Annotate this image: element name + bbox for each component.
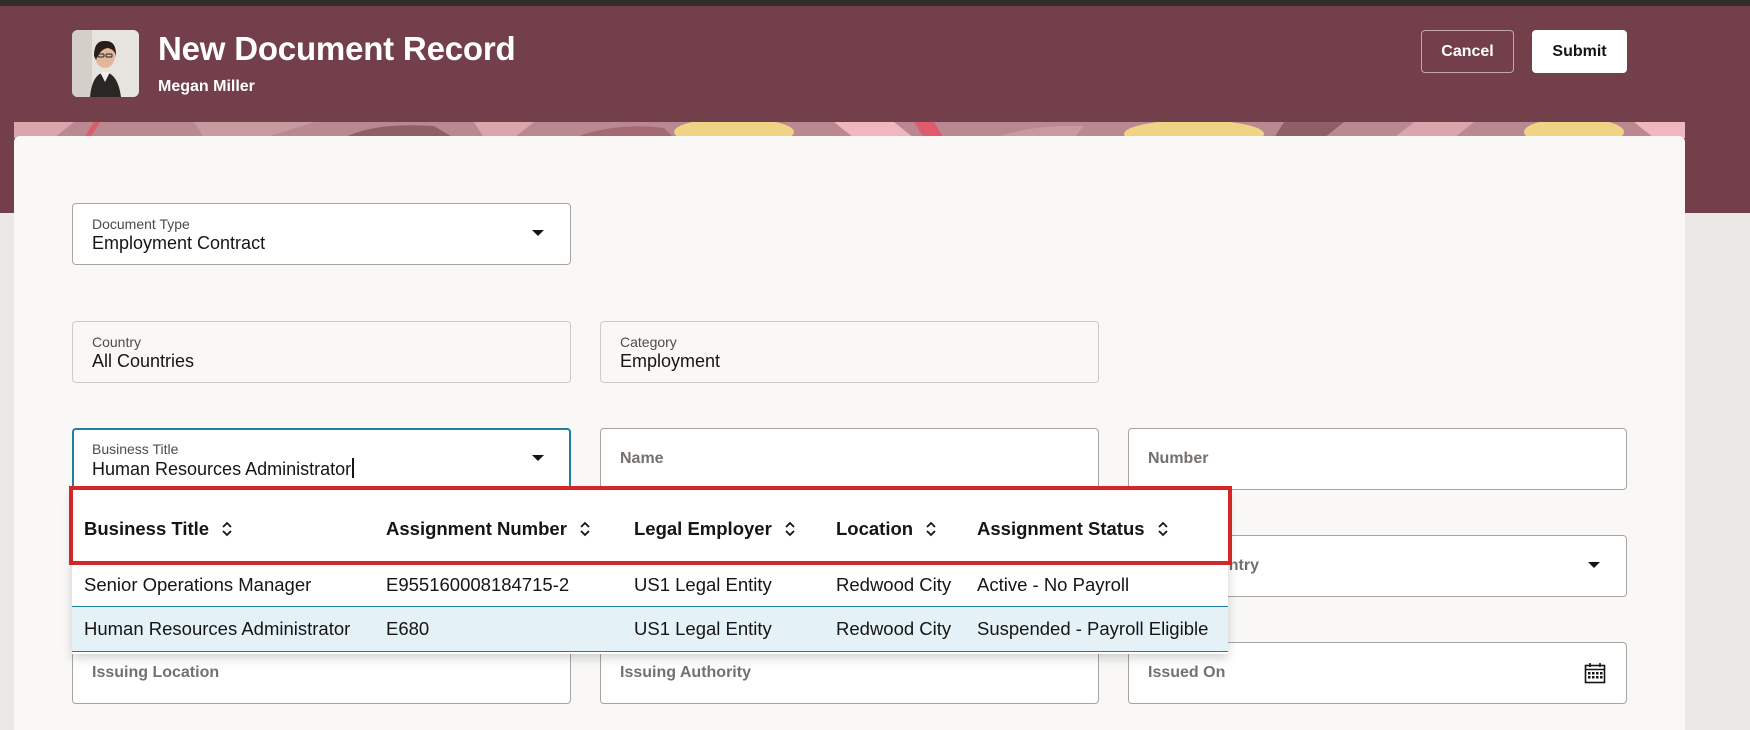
cell-assignment-number: E680 [386, 618, 430, 639]
column-header-assignment-number[interactable]: Assignment Number [386, 518, 591, 540]
table-row-selected[interactable]: Human Resources Administrator E680 US1 L… [72, 606, 1228, 652]
category-field: Category Employment [600, 321, 1099, 383]
page-background-right [1685, 213, 1750, 730]
column-header-business-title[interactable]: Business Title [84, 518, 233, 540]
cell-location: Redwood City [836, 574, 952, 595]
column-header-assignment-status[interactable]: Assignment Status [977, 518, 1169, 540]
cell-assignment-status: Active - No Payroll [977, 574, 1130, 595]
sort-icon[interactable] [925, 520, 937, 538]
chevron-down-icon[interactable] [1588, 562, 1600, 568]
cell-legal-employer: US1 Legal Entity [634, 574, 772, 595]
page-title: New Document Record [158, 30, 516, 67]
cell-location: Redwood City [836, 618, 952, 639]
page-background-left [0, 213, 14, 730]
avatar [72, 30, 139, 97]
person-name: Megan Miller [158, 78, 255, 95]
cancel-button[interactable]: Cancel [1421, 30, 1514, 73]
cell-legal-employer: US1 Legal Entity [634, 618, 772, 639]
column-header-label: Legal Employer [634, 518, 772, 539]
submit-button[interactable]: Submit [1532, 30, 1627, 73]
sort-icon[interactable] [221, 520, 233, 538]
business-title-input[interactable]: Human Resources Administrator [92, 458, 354, 480]
business-title-dropdown: Business Title Assignment Number Legal E… [72, 490, 1228, 654]
sort-icon[interactable] [579, 520, 591, 538]
number-field[interactable]: Number [1128, 428, 1627, 490]
category-value: Employment [620, 351, 721, 371]
business-title-value: Human Resources Administrator [92, 459, 352, 479]
business-title-combobox[interactable]: Business Title Human Resources Administr… [72, 428, 571, 490]
cell-assignment-status: Suspended - Payroll Eligible [977, 618, 1209, 639]
name-field[interactable]: Name [600, 428, 1099, 490]
column-header-legal-employer[interactable]: Legal Employer [634, 518, 796, 540]
column-header-label: Assignment Number [386, 518, 567, 539]
chevron-down-icon[interactable] [532, 230, 544, 236]
number-placeholder: Number [1148, 450, 1209, 467]
business-title-label: Business Title [92, 441, 179, 457]
column-header-label: Location [836, 518, 914, 539]
column-header-location[interactable]: Location [836, 518, 937, 540]
country-field: Country All Countries [72, 321, 571, 383]
column-header-label: Assignment Status [977, 518, 1145, 539]
issuing-authority-placeholder: Issuing Authority [620, 664, 751, 681]
document-type-value: Employment Contract [92, 233, 266, 253]
country-value: All Countries [92, 351, 195, 371]
table-row[interactable]: Senior Operations Manager E9551600081847… [72, 562, 1228, 608]
sort-icon[interactable] [784, 520, 796, 538]
category-label: Category [620, 334, 677, 350]
chevron-down-icon[interactable] [532, 455, 544, 461]
name-placeholder: Name [620, 450, 664, 467]
sort-icon[interactable] [1157, 520, 1169, 538]
document-type-select[interactable]: Document Type Employment Contract [72, 203, 571, 265]
document-type-label: Document Type [92, 216, 190, 232]
text-cursor [352, 458, 354, 478]
calendar-icon[interactable] [1584, 662, 1606, 684]
cell-assignment-number: E955160008184715-2 [386, 574, 570, 595]
country-label: Country [92, 334, 142, 350]
cell-business-title: Senior Operations Manager [84, 574, 312, 595]
issued-on-placeholder: Issued On [1148, 664, 1226, 681]
issuing-location-placeholder: Issuing Location [92, 664, 220, 681]
dropdown-header-row: Business Title Assignment Number Legal E… [72, 490, 1228, 566]
column-header-label: Business Title [84, 518, 210, 539]
cell-business-title: Human Resources Administrator [84, 618, 351, 639]
